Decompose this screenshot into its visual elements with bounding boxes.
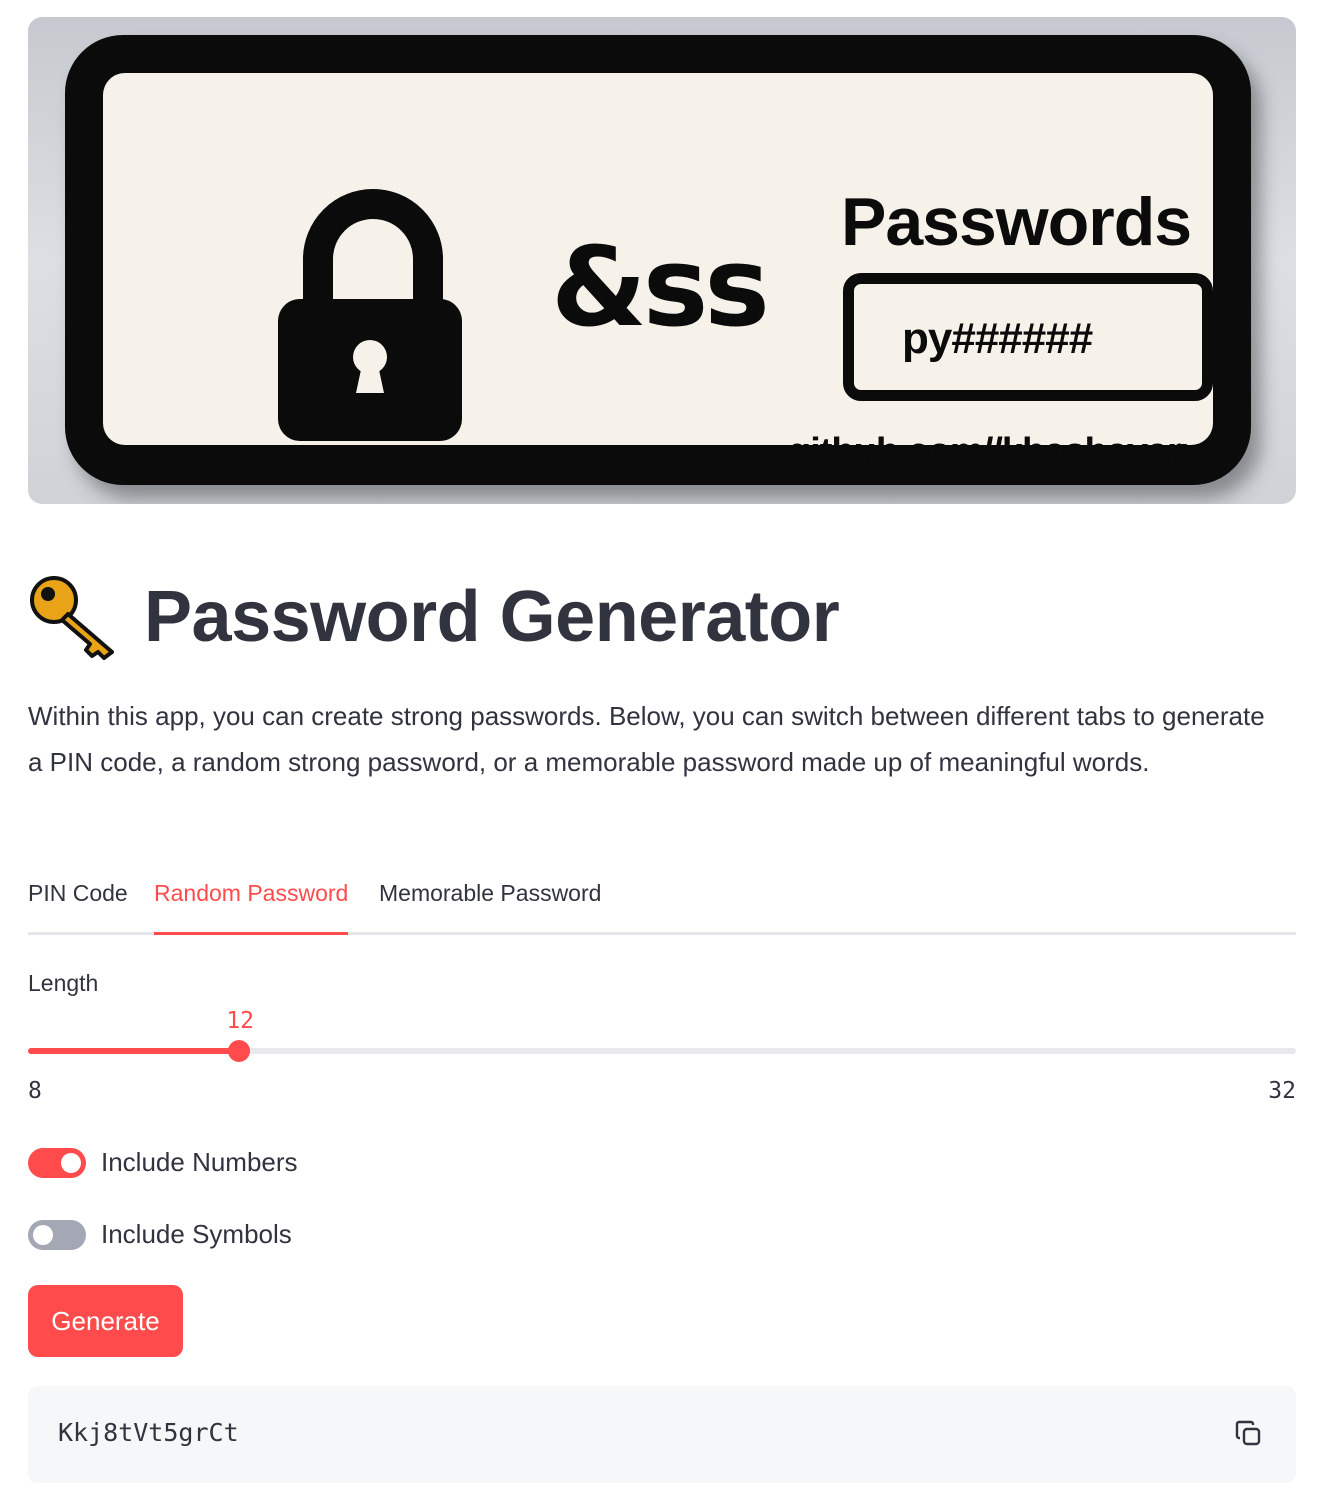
tab-bar: PIN Code Random Password Memorable Passw…	[28, 868, 1296, 935]
slider-max: 32	[1268, 1078, 1296, 1104]
tab-pin-code[interactable]: PIN Code	[28, 880, 128, 932]
length-slider[interactable]	[28, 1040, 1296, 1062]
length-value: 12	[226, 1008, 255, 1034]
page-title: Password Generator	[144, 577, 840, 657]
page-header: Password Generator	[28, 572, 840, 662]
key-icon	[30, 576, 114, 660]
include-numbers-switch[interactable]	[28, 1147, 86, 1178]
slider-fill	[28, 1048, 240, 1054]
banner-field: py######	[843, 273, 1213, 401]
banner-symbol: &ss	[551, 223, 770, 351]
padlock-icon	[278, 189, 462, 441]
banner-image: &ss Passwords py###### github.com//khash…	[28, 17, 1296, 504]
tab-memorable-password[interactable]: Memorable Password	[379, 880, 601, 932]
banner-card: &ss Passwords py###### github.com//khash…	[65, 35, 1251, 485]
intro-text: Within this app, you can create strong p…	[28, 701, 1265, 777]
banner-title: Passwords	[841, 184, 1192, 260]
copy-icon[interactable]	[1234, 1419, 1264, 1449]
banner-url: github.com//khashayaryr	[788, 431, 1216, 473]
switch-knob	[61, 1152, 81, 1173]
banner-field-text: py######	[902, 314, 1093, 363]
generated-password: Kkj8tVt5grCt	[58, 1418, 239, 1447]
length-label: Length	[28, 970, 99, 996]
slider-min: 8	[28, 1078, 42, 1104]
include-numbers-toggle[interactable]: Include Numbers	[28, 1147, 298, 1178]
slider-thumb[interactable]	[228, 1040, 251, 1062]
include-symbols-toggle[interactable]: Include Symbols	[28, 1219, 292, 1250]
password-output: Kkj8tVt5grCt	[28, 1386, 1296, 1483]
switch-knob	[33, 1224, 53, 1245]
include-symbols-switch[interactable]	[28, 1219, 86, 1250]
banner-inner: &ss Passwords py###### github.com//khash…	[103, 73, 1216, 473]
tab-random-password[interactable]: Random Password	[154, 880, 349, 935]
generate-button[interactable]: Generate	[28, 1285, 183, 1357]
include-numbers-label: Include Numbers	[101, 1147, 298, 1177]
include-symbols-label: Include Symbols	[101, 1219, 292, 1249]
